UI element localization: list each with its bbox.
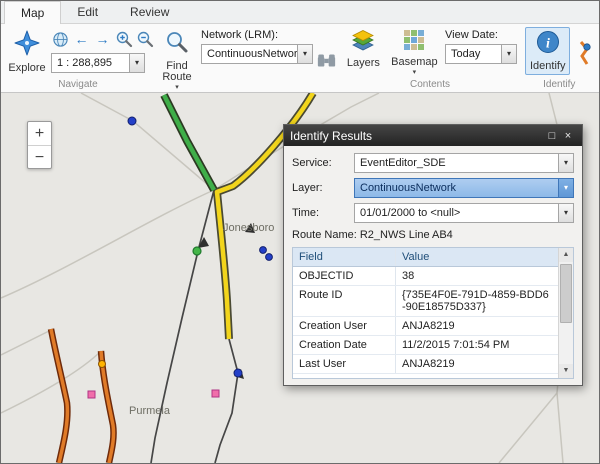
next-extent-icon[interactable]: → [93, 30, 112, 49]
svg-text:i: i [546, 37, 550, 52]
identify-button[interactable]: i Identify [525, 27, 570, 75]
layer-label: Layer: [292, 182, 354, 194]
table-header-value: Value [395, 248, 558, 266]
scrollbar-thumb[interactable] [560, 264, 572, 323]
view-date-label: View Date: [445, 29, 517, 41]
zoom-control: + − [27, 121, 52, 169]
identify-icon: i [536, 30, 560, 59]
tab-review[interactable]: Review [114, 1, 185, 23]
identify-label: Identify [530, 61, 565, 72]
route-name-text: Route Name: R2_NWS Line AB4 [292, 229, 574, 241]
place-label-purmela: Purmela [129, 405, 171, 417]
table-header-row: Field Value [293, 248, 558, 267]
group-label-contents: Contents [339, 79, 521, 92]
group-contents: Layers Basemap ▾ View Date: Today ▾ [339, 25, 521, 92]
event-editor-window: Map Edit Review Explore ← → [0, 0, 600, 464]
previous-extent-icon[interactable]: ← [72, 30, 91, 49]
explore-label: Explore [8, 63, 45, 74]
service-label: Service: [292, 157, 354, 169]
scale-value: 1 : 288,895 [52, 57, 129, 69]
table-row: OBJECTID 38 [293, 267, 558, 286]
view-date-combobox[interactable]: Today ▾ [445, 44, 517, 64]
map-zoom-out-button[interactable]: − [28, 145, 51, 168]
network-lrm-label: Network (LRM): [201, 29, 313, 41]
find-route-dropdown-arrow-icon[interactable]: ▾ [175, 84, 179, 91]
identify-results-panel: Identify Results □ × Service: EventEdito… [283, 124, 583, 386]
ribbon-tabbar: Map Edit Review [1, 1, 599, 24]
zoom-out-icon[interactable] [135, 30, 154, 49]
explore-compass-icon [14, 30, 40, 61]
route-orange[interactable] [51, 329, 114, 463]
scrollbar-track[interactable] [559, 262, 573, 364]
tab-edit[interactable]: Edit [61, 1, 114, 23]
scroll-down-icon[interactable]: ▼ [559, 364, 573, 378]
place-label-jonesboro: Jonesboro [223, 222, 274, 234]
find-route-label: Find Route [162, 61, 192, 83]
view-date-value: Today [446, 48, 501, 60]
basemap-button[interactable]: Basemap ▾ [388, 27, 441, 79]
map-point-markers[interactable] [88, 117, 272, 398]
table-header-field: Field [293, 248, 395, 266]
full-extent-icon[interactable] [51, 30, 70, 49]
network-dropdown-arrow-icon[interactable]: ▾ [297, 45, 312, 63]
scroll-up-icon[interactable]: ▲ [559, 248, 573, 262]
find-route-magnifier-icon [165, 30, 189, 59]
attributes-table: Field Value OBJECTID 38 Route ID {735E4F… [292, 247, 574, 379]
time-dropdown-arrow-icon[interactable]: ▾ [558, 204, 573, 222]
route-green[interactable] [164, 95, 214, 190]
time-value: 01/01/2000 to <null> [355, 207, 558, 219]
ribbon-toolbar: Explore ← → 1 : 288,895 ▾ Nav [1, 24, 599, 93]
group-identify: i Identify Identify [521, 25, 597, 92]
explore-button[interactable]: Explore [7, 27, 47, 77]
find-route-button[interactable]: Find Route ▾ [157, 27, 197, 94]
maximize-icon[interactable]: □ [544, 126, 560, 146]
network-value: ContinuousNetwork [202, 48, 297, 60]
table-row: Route ID {735E4F0E-791D-4859-BDD6-90E185… [293, 286, 558, 317]
scale-dropdown-arrow-icon[interactable]: ▾ [129, 54, 144, 72]
zoom-in-icon[interactable] [114, 30, 133, 49]
tab-map[interactable]: Map [4, 1, 61, 24]
group-label-identify: Identify [521, 79, 597, 92]
service-value: EventEditor_SDE [355, 157, 558, 169]
table-row: Last User ANJA8219 [293, 355, 558, 374]
time-label: Time: [292, 207, 354, 219]
table-row: Creation Date 11/2/2015 7:01:54 PM [293, 336, 558, 355]
layers-button[interactable]: Layers [343, 27, 384, 72]
scale-combobox[interactable]: 1 : 288,895 ▾ [51, 53, 145, 73]
layers-label: Layers [347, 58, 380, 69]
panel-titlebar[interactable]: Identify Results □ × [284, 125, 582, 146]
service-dropdown[interactable]: EventEditor_SDE ▾ [354, 153, 574, 173]
basemap-dropdown-arrow-icon[interactable]: ▾ [413, 69, 417, 76]
identify-route-tool-icon[interactable] [574, 31, 593, 75]
network-combobox[interactable]: ContinuousNetwork ▾ [201, 44, 313, 64]
search-binoculars-icon[interactable] [317, 39, 336, 83]
service-dropdown-arrow-icon[interactable]: ▾ [558, 154, 573, 172]
map-viewport[interactable]: Jonesboro Purmela + − Identify Results □… [1, 93, 599, 463]
time-dropdown[interactable]: 01/01/2000 to <null> ▾ [354, 203, 574, 223]
panel-title: Identify Results [290, 129, 544, 143]
layers-icon [352, 30, 374, 56]
layer-dropdown-arrow-icon[interactable]: ▾ [558, 179, 573, 197]
close-icon[interactable]: × [560, 126, 576, 146]
group-label-navigate: Navigate [3, 79, 153, 92]
group-navigate: Explore ← → 1 : 288,895 ▾ Nav [3, 25, 153, 92]
layer-dropdown[interactable]: ContinuousNetwork ▾ [354, 178, 574, 198]
basemap-icon [404, 30, 424, 55]
group-find: Find Route ▾ Network (LRM): ContinuousNe… [153, 25, 339, 92]
table-row: Creation User ANJA8219 [293, 317, 558, 336]
table-scrollbar[interactable]: ▲ ▼ [558, 248, 573, 378]
map-zoom-in-button[interactable]: + [28, 122, 51, 145]
view-date-dropdown-arrow-icon[interactable]: ▾ [501, 45, 516, 63]
basemap-label: Basemap [391, 57, 437, 68]
layer-value: ContinuousNetwork [355, 182, 558, 194]
